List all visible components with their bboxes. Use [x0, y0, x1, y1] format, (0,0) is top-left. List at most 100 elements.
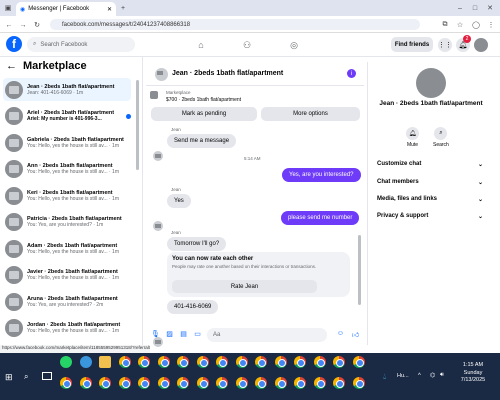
- volume-icon[interactable]: 🔊︎: [440, 372, 444, 379]
- message-input[interactable]: Aa: [207, 328, 327, 342]
- search-input[interactable]: ⌕ Search Facebook: [27, 37, 135, 52]
- install-app-icon[interactable]: ⧉: [440, 20, 450, 30]
- chrome-app-icon[interactable]: [177, 356, 189, 368]
- maximize-icon[interactable]: □: [470, 3, 480, 13]
- browser-more-icon[interactable]: ⋮: [486, 20, 496, 30]
- sticker-icon[interactable]: ▤: [179, 330, 188, 338]
- minimize-icon[interactable]: –: [455, 3, 465, 13]
- tray-chevron-icon[interactable]: ^: [418, 373, 421, 379]
- chat-scrollbar[interactable]: [358, 235, 361, 305]
- listing-photo[interactable]: [416, 68, 446, 98]
- conversation-item[interactable]: Aruna · 2beds 1bath flat/apartment You: Y…: [3, 290, 131, 313]
- edge-app-icon[interactable]: [79, 356, 92, 368]
- thumbs-up-icon[interactable]: 👍︎: [351, 330, 360, 339]
- chat-info-icon[interactable]: i: [347, 69, 356, 78]
- chrome-app-icon[interactable]: [255, 377, 267, 389]
- close-window-icon[interactable]: ✕: [485, 3, 495, 13]
- chrome-app-icon[interactable]: [216, 377, 228, 389]
- conversation-item[interactable]: Gabriela · 2beds 1bath flat/apartment You…: [3, 131, 131, 154]
- conversation-item[interactable]: Jordan · 2beds 1bath flat/apartment You: …: [3, 317, 131, 340]
- listing-price[interactable]: $700 · 2beds 1bath flat/apartment: [166, 97, 241, 103]
- folder-app-icon[interactable]: [99, 356, 111, 368]
- chrome-app-icon[interactable]: [294, 356, 306, 368]
- chrome-app-icon[interactable]: [196, 377, 209, 389]
- conversation-item[interactable]: Ann · 2beds 1bath flat/apartment You: Hel…: [3, 158, 131, 181]
- back-icon[interactable]: ←: [4, 20, 14, 30]
- taskbar-search-icon[interactable]: ⌕: [24, 372, 28, 382]
- conversation-thumbnail: [5, 80, 23, 99]
- chrome-app-icon[interactable]: [352, 356, 365, 368]
- conversation-item[interactable]: Keri · 2beds 1bath flat/apartment You: He…: [3, 184, 131, 207]
- close-tab-icon[interactable]: ✕: [107, 6, 112, 13]
- chrome-app-icon[interactable]: [196, 356, 209, 368]
- groups-icon[interactable]: ◎: [287, 38, 301, 52]
- weather-icon[interactable]: 💧︎: [383, 372, 386, 382]
- bookmark-star-icon[interactable]: ☆: [455, 20, 465, 30]
- friends-icon[interactable]: ⚇: [240, 38, 254, 52]
- chrome-app-icon[interactable]: [333, 377, 345, 389]
- chrome-app-icon[interactable]: [79, 377, 92, 389]
- whatsapp-app-icon[interactable]: [60, 356, 72, 368]
- profile-icon[interactable]: ◯: [471, 20, 481, 30]
- chrome-app-icon[interactable]: [313, 356, 326, 368]
- chrome-app-icon[interactable]: [138, 377, 150, 389]
- chrome-app-icon[interactable]: [274, 356, 287, 368]
- chrome-app-icon[interactable]: [333, 356, 345, 368]
- chrome-app-icon[interactable]: [118, 377, 131, 389]
- details-section[interactable]: Privacy & support ⌄: [377, 213, 483, 220]
- listing-thumbnail[interactable]: [150, 91, 158, 99]
- chrome-app-icon[interactable]: [177, 377, 189, 389]
- chrome-app-icon[interactable]: [157, 377, 170, 389]
- network-icon[interactable]: ⌬: [430, 372, 435, 379]
- clock-time: 1:15 AM: [462, 362, 484, 368]
- chrome-app-icon[interactable]: [235, 377, 248, 389]
- home-icon[interactable]: ⌂: [194, 38, 208, 52]
- details-section[interactable]: Customize chat ⌄: [377, 161, 483, 168]
- chrome-app-icon[interactable]: [352, 377, 365, 389]
- chrome-app-icon[interactable]: [274, 377, 287, 389]
- conversation-preview: You: Hello, yes the house is still av...…: [27, 248, 119, 255]
- chrome-app-icon[interactable]: [313, 377, 326, 389]
- chrome-app-icon[interactable]: [138, 356, 150, 368]
- more-options-button[interactable]: More options: [261, 107, 360, 121]
- new-tab-icon[interactable]: +: [118, 3, 128, 13]
- rate-button[interactable]: Rate Jean: [172, 280, 317, 293]
- chrome-app-icon[interactable]: [118, 356, 131, 368]
- photo-icon[interactable]: ▨: [165, 330, 174, 338]
- details-section[interactable]: Media, files and links ⌄: [377, 196, 483, 203]
- chrome-app-icon[interactable]: [157, 356, 170, 368]
- browser-menu-icon[interactable]: ▣: [3, 3, 13, 13]
- conversation-list-scrollbar[interactable]: [136, 80, 139, 170]
- mute-action[interactable]: 🔔︎ Mute: [406, 127, 419, 148]
- url-field[interactable]: facebook.com/messages/t/2404123740886631…: [50, 19, 420, 30]
- forward-icon[interactable]: →: [18, 20, 28, 30]
- windows-start-icon[interactable]: ⊞: [5, 372, 15, 382]
- chrome-app-icon[interactable]: [60, 377, 72, 389]
- find-friends-button[interactable]: Find friends: [391, 37, 433, 52]
- conversation-item[interactable]: Javier · 2beds 1bath flat/apartment You: …: [3, 264, 131, 287]
- reload-icon[interactable]: ↻: [32, 20, 42, 30]
- mark-as-pending-button[interactable]: Mark as pending: [151, 107, 257, 121]
- chrome-app-icon[interactable]: [99, 377, 111, 389]
- conversation-item[interactable]: Ariel · 2beds 1bath flat/apartment Ariel:…: [3, 105, 131, 128]
- back-arrow-icon[interactable]: ←: [6, 60, 17, 72]
- gif-icon[interactable]: ▭: [193, 330, 202, 338]
- chrome-app-icon[interactable]: [255, 356, 267, 368]
- conversation-item[interactable]: Patricia · 2beds 1bath flat/apartment You…: [3, 211, 131, 234]
- microphone-icon[interactable]: 🎙︎: [151, 330, 160, 338]
- account-avatar[interactable]: [474, 38, 488, 52]
- emoji-icon[interactable]: ☺: [336, 330, 345, 337]
- chat-title[interactable]: Jean · 2beds 1bath flat/apartment: [172, 70, 283, 77]
- chrome-app-icon[interactable]: [216, 356, 228, 368]
- conversation-item[interactable]: Adam · 2beds 1bath flat/apartment You: He…: [3, 237, 131, 260]
- browser-tab[interactable]: ◉ Messenger | Facebook ✕: [16, 2, 116, 16]
- chrome-app-icon[interactable]: [294, 377, 306, 389]
- chrome-app-icon[interactable]: [235, 356, 248, 368]
- system-clock[interactable]: 1:15 AM Sunday 7/13/2025: [450, 362, 496, 385]
- menu-grid-icon[interactable]: ⋮⋮: [438, 38, 452, 52]
- conversation-item[interactable]: Jean · 2beds 1bath flat/apartment Jean: 4…: [3, 78, 131, 101]
- facebook-logo-icon[interactable]: f: [6, 36, 22, 52]
- details-section[interactable]: Chat members ⌄: [377, 179, 483, 186]
- task-view-icon[interactable]: [42, 372, 52, 380]
- search-action[interactable]: ⌕ Search: [433, 127, 449, 148]
